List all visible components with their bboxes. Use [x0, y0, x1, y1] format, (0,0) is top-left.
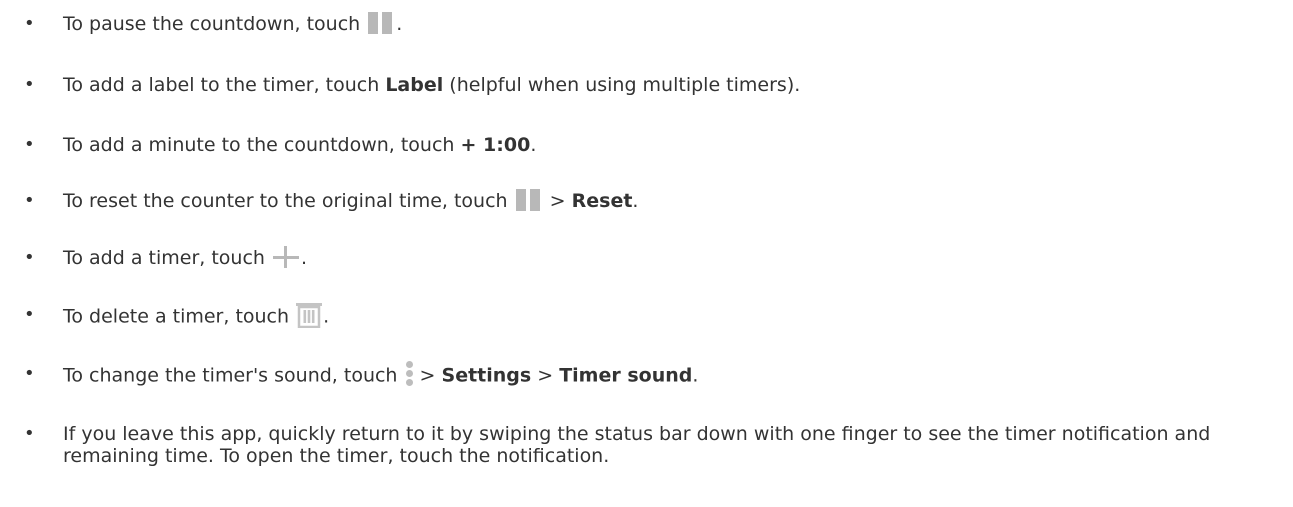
pause-icon [514, 188, 544, 211]
list-item-text: To delete a timer, touch . [63, 302, 1263, 330]
settings-option: Settings [441, 364, 532, 387]
bullet: • [24, 304, 35, 325]
plus-icon [271, 245, 301, 268]
bullet: • [24, 74, 35, 95]
bullet: • [24, 190, 35, 211]
list-item-text: To add a label to the timer, touch Label… [63, 74, 801, 96]
trash-icon [295, 302, 323, 328]
list-item-text: To add a timer, touch . [63, 245, 308, 269]
add-minute-option: + 1:00 [460, 134, 531, 156]
reset-option: Reset [571, 190, 633, 212]
list-item-text: If you leave this app, quickly return to… [63, 423, 1211, 467]
bullet: • [24, 247, 35, 268]
timer-sound-option: Timer sound [559, 364, 693, 387]
bullet: • [24, 134, 35, 155]
instruction-list: • To pause the countdown, touch . • To a… [0, 0, 1293, 507]
bullet: • [24, 363, 35, 384]
list-item-text: To reset the counter to the original tim… [63, 188, 639, 212]
bullet: • [24, 13, 35, 34]
pause-icon [366, 11, 396, 34]
bullet: • [24, 423, 35, 444]
list-item-text: To add a minute to the countdown, touch … [63, 134, 537, 156]
more-vert-icon [404, 361, 414, 387]
list-item-text: To change the timer's sound, touch > Set… [63, 361, 1263, 389]
label-option: Label [385, 74, 444, 96]
list-item-text: To pause the countdown, touch . [63, 11, 403, 35]
